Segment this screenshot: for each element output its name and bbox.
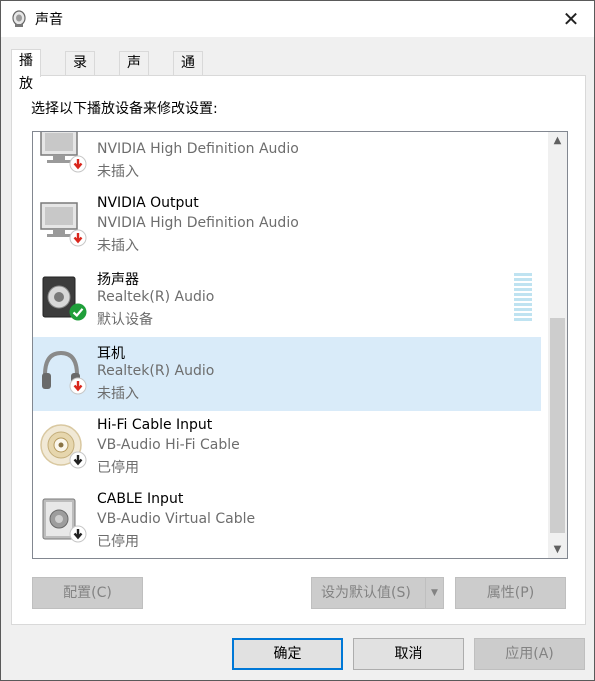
device-name: 耳机 xyxy=(97,346,125,362)
unplugged-icon xyxy=(69,155,87,173)
level-bar xyxy=(514,293,532,296)
tab-sounds[interactable]: 声音 xyxy=(119,51,149,94)
device-item[interactable]: NVIDIA Output NVIDIA High Definition Aud… xyxy=(33,189,541,263)
device-status: 已停用 xyxy=(97,534,139,550)
speaker-app-icon xyxy=(12,10,26,27)
device-description: NVIDIA High Definition Audio xyxy=(97,141,299,157)
scroll-up-button[interactable]: ▲ xyxy=(548,132,567,149)
level-bar xyxy=(514,273,532,276)
playback-device-list[interactable]: NVIDIA High Definition Audio 未插入 NVIDIA … xyxy=(32,131,568,559)
device-item[interactable]: Hi-Fi Cable Input VB-Audio Hi-Fi Cable 已… xyxy=(33,411,541,485)
device-name: CABLE Input xyxy=(97,491,184,507)
device-description: VB-Audio Virtual Cable xyxy=(97,511,256,527)
device-name: 扬声器 xyxy=(97,272,139,288)
tab-recording[interactable]: 录制 xyxy=(65,51,95,94)
window-title: 声音 xyxy=(35,12,63,28)
set-default-dropdown-arrow[interactable]: ▼ xyxy=(425,578,443,608)
chevron-down-icon: ▼ xyxy=(553,544,562,555)
level-bar xyxy=(514,298,532,301)
instruction-text: 选择以下播放设备来修改设置: xyxy=(31,101,218,117)
ok-button[interactable]: 确定 xyxy=(232,638,343,670)
chevron-down-icon: ▼ xyxy=(431,588,438,598)
tab-communications[interactable]: 通信 xyxy=(173,51,203,94)
device-status: 已停用 xyxy=(97,460,139,476)
device-description: VB-Audio Hi-Fi Cable xyxy=(97,437,240,453)
scroll-thumb[interactable] xyxy=(550,318,565,533)
unplugged-icon xyxy=(69,229,87,247)
close-button[interactable]: ✕ xyxy=(548,1,594,37)
volume-level-meter xyxy=(514,273,532,323)
unplugged-icon xyxy=(69,377,87,395)
level-bar xyxy=(514,318,532,321)
device-status: 默认设备 xyxy=(97,312,153,328)
level-bar xyxy=(514,303,532,306)
device-item-selected[interactable]: 耳机 Realtek(R) Audio 未插入 xyxy=(33,337,541,411)
default-check-icon xyxy=(69,303,87,321)
set-default-button[interactable]: 设为默认值(S) ▼ xyxy=(311,577,444,609)
chevron-up-icon: ▲ xyxy=(553,135,562,146)
title-bar: 声音 ✕ xyxy=(1,1,594,37)
playback-panel: 选择以下播放设备来修改设置: NVIDIA High Definition Au… xyxy=(11,75,586,625)
tab-playback[interactable]: 播放 xyxy=(11,49,41,92)
device-description: NVIDIA High Definition Audio xyxy=(97,215,299,231)
set-default-label: 设为默认值(S) xyxy=(321,585,411,601)
level-bar xyxy=(514,308,532,311)
apply-button[interactable]: 应用(A) xyxy=(474,638,585,670)
device-status: 未插入 xyxy=(97,386,139,402)
device-status: 未插入 xyxy=(97,238,139,254)
configure-button[interactable]: 配置(C) xyxy=(32,577,143,609)
level-bar xyxy=(514,313,532,316)
device-item[interactable]: 扬声器 Realtek(R) Audio 默认设备 xyxy=(33,263,541,337)
device-item[interactable]: CABLE Input VB-Audio Virtual Cable 已停用 xyxy=(33,485,541,558)
device-description: Realtek(R) Audio xyxy=(97,289,215,305)
scroll-down-button[interactable]: ▼ xyxy=(548,541,567,558)
level-bar xyxy=(514,283,532,286)
device-name: NVIDIA Output xyxy=(97,195,199,211)
close-icon: ✕ xyxy=(562,7,580,31)
device-description: Realtek(R) Audio xyxy=(97,363,215,379)
sound-dialog: 声音 ✕ 播放 录制 声音 通信 选择以下播放设备来修改设置: xyxy=(0,0,595,681)
properties-button[interactable]: 属性(P) xyxy=(455,577,566,609)
device-status: 未插入 xyxy=(97,164,139,180)
device-item[interactable]: NVIDIA High Definition Audio 未插入 xyxy=(33,132,541,189)
device-list-scrollbar[interactable]: ▲ ▼ xyxy=(548,132,567,558)
cancel-button[interactable]: 取消 xyxy=(353,638,464,670)
disabled-icon xyxy=(69,525,87,543)
disabled-icon xyxy=(69,451,87,469)
level-bar xyxy=(514,278,532,281)
level-bar xyxy=(514,288,532,291)
device-name: Hi-Fi Cable Input xyxy=(97,417,213,433)
